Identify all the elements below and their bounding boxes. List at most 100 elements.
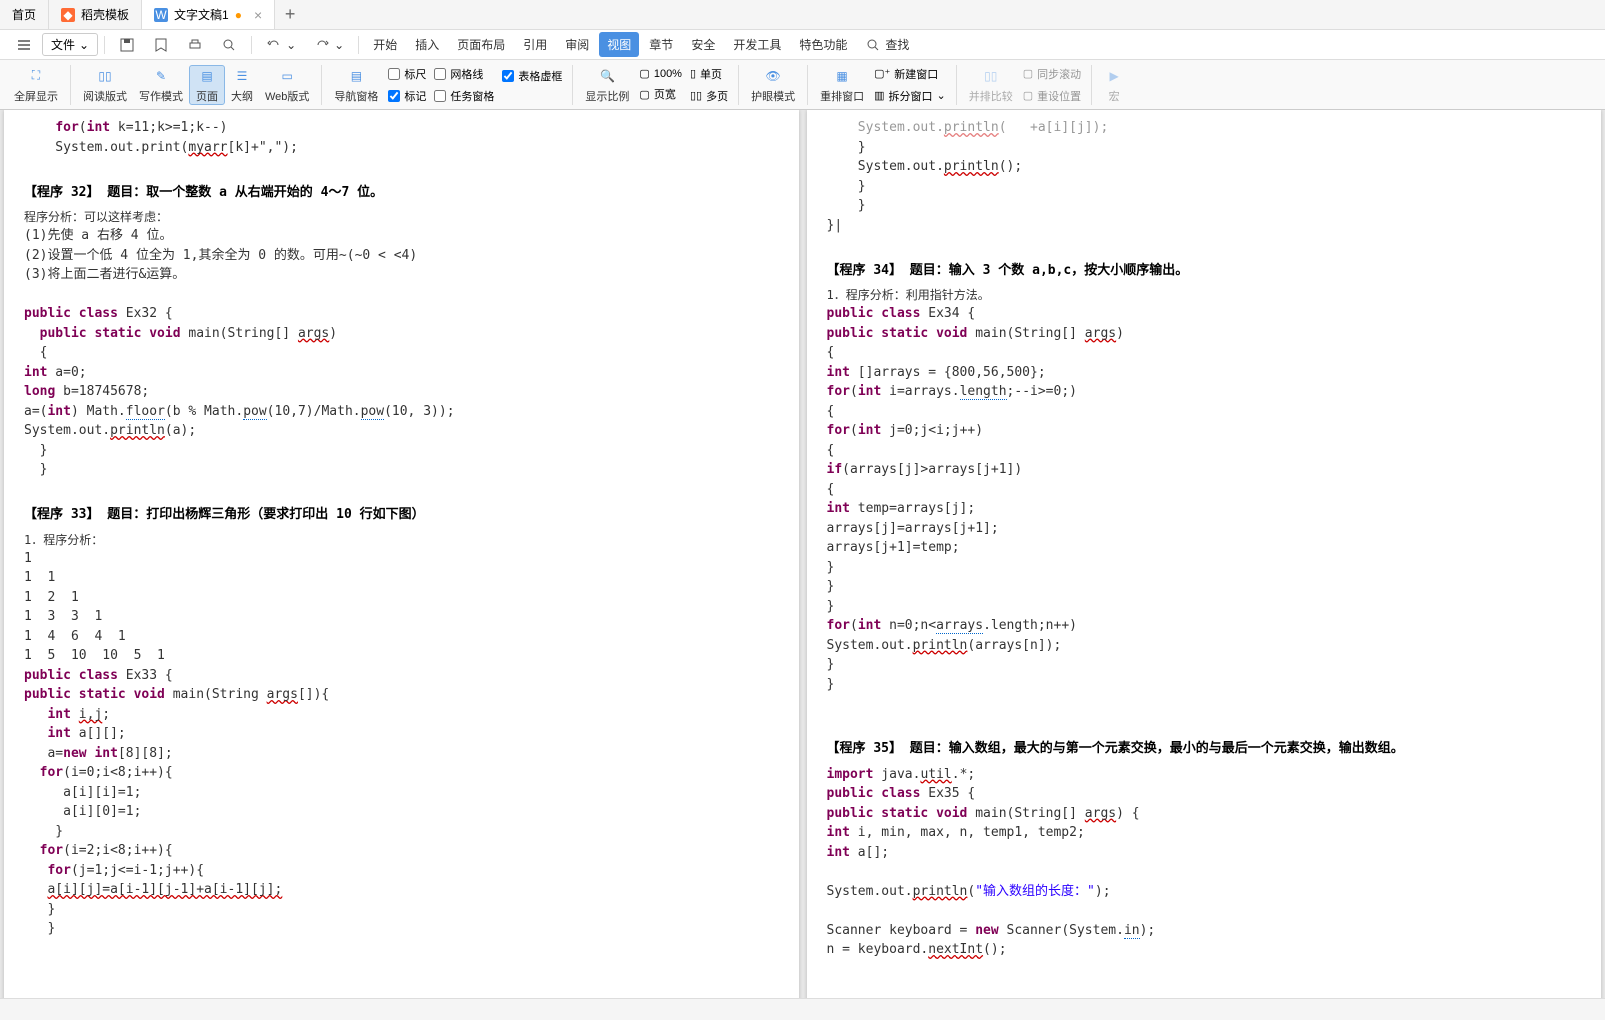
tab-label: 文字文稿1 bbox=[174, 6, 229, 23]
pen-icon: ✎ bbox=[151, 66, 171, 86]
code-line: for(int k=11;k>=1;k--) bbox=[24, 118, 779, 138]
redo-icon bbox=[314, 37, 330, 53]
step: (1)先使 a 右移 4 位。 bbox=[24, 226, 779, 246]
zoom-ratio-button[interactable]: 🔍 显示比例 bbox=[579, 66, 635, 104]
saveas-button[interactable] bbox=[145, 33, 177, 57]
menu-security[interactable]: 安全 bbox=[683, 32, 723, 57]
print-icon bbox=[187, 37, 203, 53]
tab-template[interactable]: ◆ 稻壳模板 bbox=[49, 0, 142, 29]
eye-protect-button[interactable]: 👁 护眼模式 bbox=[745, 66, 801, 104]
menu-review[interactable]: 审阅 bbox=[557, 32, 597, 57]
print-button[interactable] bbox=[179, 33, 211, 57]
menu-view[interactable]: 视图 bbox=[599, 32, 639, 57]
triangle-row: 1 bbox=[24, 549, 779, 569]
code-line: }| bbox=[827, 216, 1582, 236]
gridlines-checkbox[interactable]: 网格线 bbox=[430, 64, 498, 84]
undo-icon bbox=[266, 37, 282, 53]
write-mode-button[interactable]: ✎ 写作模式 bbox=[133, 66, 189, 104]
triangle-row: 1 4 6 4 1 bbox=[24, 627, 779, 647]
web-layout-button[interactable]: ▭ Web版式 bbox=[259, 66, 315, 104]
page-icon: ▤ bbox=[197, 66, 217, 86]
code-line: } bbox=[24, 460, 779, 480]
saveas-icon bbox=[153, 37, 169, 53]
arrange-window-button[interactable]: ▦ 重排窗口 bbox=[814, 66, 870, 104]
code-line: System.out.println(a); bbox=[24, 421, 779, 441]
menu-reference[interactable]: 引用 bbox=[515, 32, 555, 57]
code-line: } bbox=[827, 558, 1582, 578]
document-page-left[interactable]: for(int k=11;k>=1;k--) System.out.print(… bbox=[4, 110, 799, 1020]
arrange-icon: ▦ bbox=[832, 66, 852, 86]
menu-features[interactable]: 特色功能 bbox=[791, 32, 855, 57]
code-line: int a[][]; bbox=[24, 724, 779, 744]
code-line: } bbox=[827, 597, 1582, 617]
code-line: } bbox=[827, 196, 1582, 216]
preview-button[interactable] bbox=[213, 33, 245, 57]
save-button[interactable] bbox=[111, 33, 143, 57]
menu-insert[interactable]: 插入 bbox=[407, 32, 447, 57]
document-page-right[interactable]: System.out.println( +a[i][j]); } System.… bbox=[807, 110, 1602, 1020]
table-gridlines-checkbox[interactable]: 表格虚框 bbox=[498, 66, 566, 86]
tab-document[interactable]: W 文字文稿1 ● × bbox=[142, 0, 275, 29]
preview-icon bbox=[221, 37, 237, 53]
code-line: for(j=1;j<=i-1;j++){ bbox=[24, 861, 779, 881]
outline-button[interactable]: ☰ 大纲 bbox=[225, 66, 259, 104]
task-pane-checkbox[interactable]: 任务窗格 bbox=[430, 86, 498, 106]
undo-button[interactable]: ⌄ bbox=[258, 33, 304, 57]
multi-page-button[interactable]: ▯▯ 多页 bbox=[686, 86, 732, 106]
menu-start[interactable]: 开始 bbox=[365, 32, 405, 57]
close-icon[interactable]: × bbox=[254, 7, 262, 23]
workspace: for(int k=11;k>=1;k--) System.out.print(… bbox=[0, 110, 1605, 1020]
page-view-button[interactable]: ▤ 页面 bbox=[189, 65, 225, 105]
code-line: { bbox=[827, 402, 1582, 422]
macro-icon: ▶ bbox=[1104, 66, 1124, 86]
search-icon bbox=[865, 37, 881, 53]
tab-home[interactable]: 首页 bbox=[0, 0, 49, 29]
code-line: } bbox=[24, 900, 779, 920]
code-line: long b=18745678; bbox=[24, 382, 779, 402]
step: (3)将上面二者进行&运算。 bbox=[24, 265, 779, 285]
ruler-checkbox[interactable]: 标尺 bbox=[384, 64, 430, 84]
new-tab-button[interactable]: + bbox=[275, 0, 305, 29]
redo-button[interactable]: ⌄ bbox=[306, 33, 352, 57]
side-by-side-button[interactable]: ▯▯ 并排比较 bbox=[963, 66, 1019, 104]
code-line: Scanner keyboard = new Scanner(System.in… bbox=[827, 921, 1582, 941]
code-line: a[i][0]=1; bbox=[24, 802, 779, 822]
macro-button[interactable]: ▶ 宏 bbox=[1098, 66, 1130, 104]
read-layout-button[interactable]: ▯▯ 阅读版式 bbox=[77, 66, 133, 104]
chevron-down-icon: ⌄ bbox=[79, 38, 89, 52]
menu-page-layout[interactable]: 页面布局 bbox=[449, 32, 513, 57]
code-line: a=(int) Math.floor(b % Math.pow(10,7)/Ma… bbox=[24, 402, 779, 422]
single-page-button[interactable]: ▯ 单页 bbox=[686, 64, 732, 84]
search-button[interactable]: 查找 bbox=[857, 32, 917, 57]
code-line: arrays[j]=arrays[j+1]; bbox=[827, 519, 1582, 539]
zoom-100-button[interactable]: ▢ 100% bbox=[635, 65, 686, 82]
file-label: 文件 bbox=[51, 36, 75, 53]
code-line: } bbox=[827, 177, 1582, 197]
code-line: int temp=arrays[j]; bbox=[827, 499, 1582, 519]
section-title-34: 【程序 34】 题目：输入 3 个数 a,b,c，按大小顺序输出。 bbox=[827, 261, 1582, 281]
code-line: } bbox=[827, 138, 1582, 158]
code-line: } bbox=[827, 655, 1582, 675]
menu-devtools[interactable]: 开发工具 bbox=[725, 32, 789, 57]
sync-scroll-button: ▢ 同步滚动 bbox=[1019, 64, 1085, 84]
code-line: for(int j=0;j<i;j++) bbox=[827, 421, 1582, 441]
nav-pane-button[interactable]: ▤ 导航窗格 bbox=[328, 66, 384, 104]
page-width-button[interactable]: ▢ 页宽 bbox=[635, 84, 686, 104]
save-icon bbox=[119, 37, 135, 53]
code-line: for(i=2;i<8;i++){ bbox=[24, 841, 779, 861]
new-window-button[interactable]: ▢⁺ 新建窗口 bbox=[870, 64, 950, 84]
code-line: System.out.print(myarr[k]+","); bbox=[24, 138, 779, 158]
modified-indicator: ● bbox=[235, 8, 242, 22]
code-line: } bbox=[24, 441, 779, 461]
code-line: { bbox=[827, 441, 1582, 461]
fullscreen-button[interactable]: ⛶ 全屏显示 bbox=[8, 66, 64, 104]
analysis-label: 程序分析：可以这样考虑： bbox=[24, 208, 779, 226]
code-line: arrays[j+1]=temp; bbox=[827, 538, 1582, 558]
split-window-button[interactable]: ▥ 拆分窗口 ⌄ bbox=[870, 86, 950, 106]
menu-chapter[interactable]: 章节 bbox=[641, 32, 681, 57]
markup-checkbox[interactable]: 标记 bbox=[384, 86, 430, 106]
hamburger-button[interactable] bbox=[8, 33, 40, 57]
file-menu[interactable]: 文件 ⌄ bbox=[42, 33, 98, 56]
code-line: } bbox=[24, 919, 779, 939]
code-line: System.out.println("输入数组的长度："); bbox=[827, 882, 1582, 902]
